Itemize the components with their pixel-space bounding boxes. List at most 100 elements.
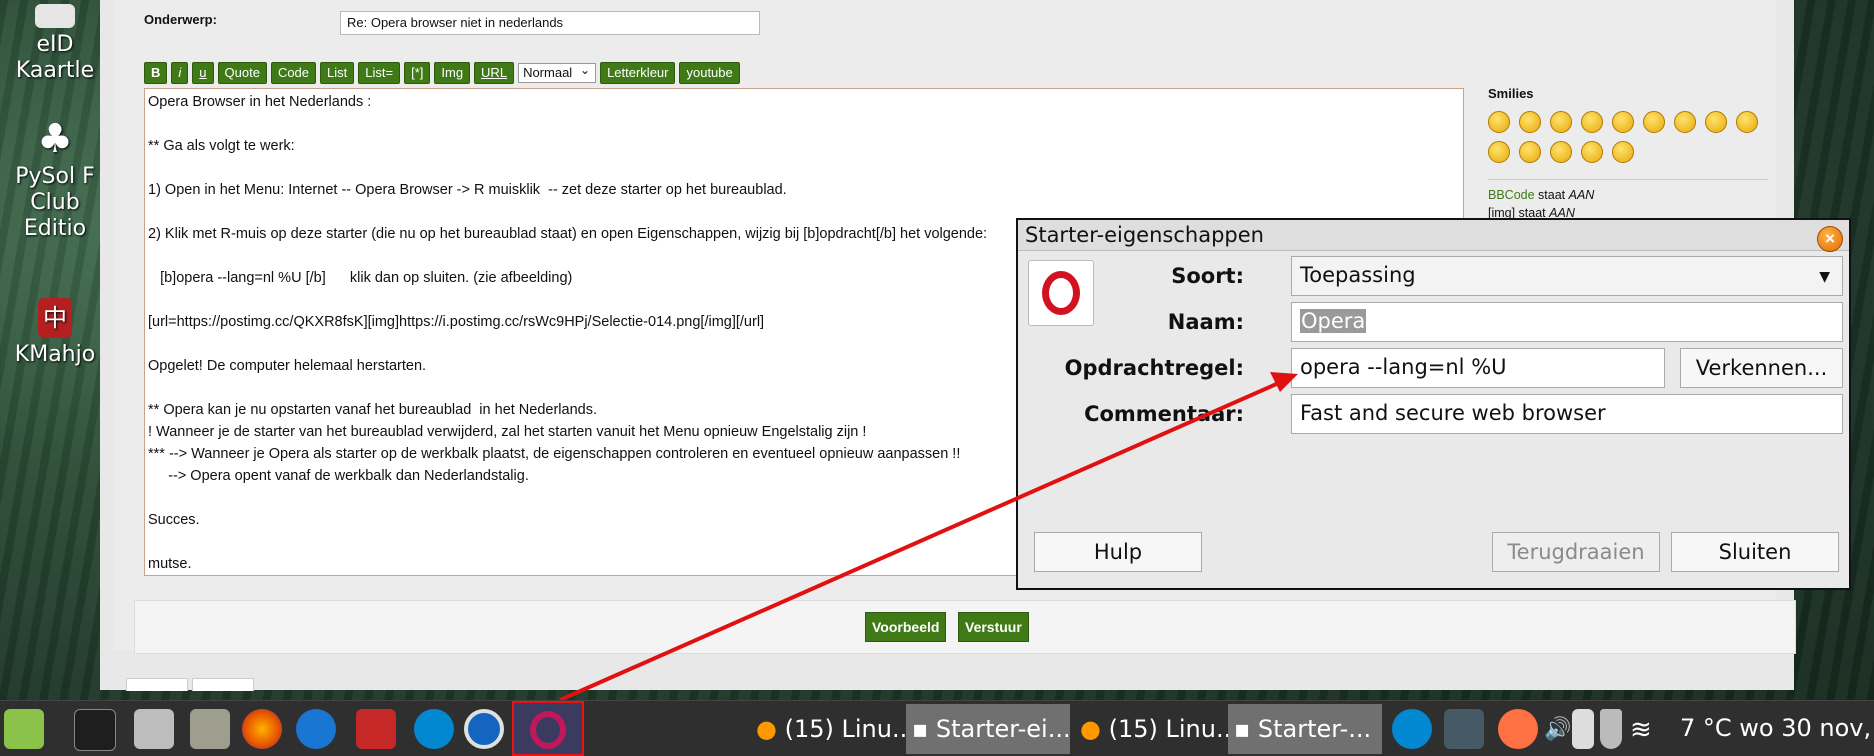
window-small-icon: ▪ <box>912 715 929 743</box>
desktop-icon-label: eID Kaartle <box>15 32 95 83</box>
type-combobox[interactable]: Toepassing ▼ <box>1291 256 1843 296</box>
firefox-small-icon: ● <box>756 715 777 743</box>
launcher-properties-dialog: Starter-eigenschappen × Soort: Toepassin… <box>1016 218 1851 590</box>
taskbar-window-starter[interactable]: ▪ Starter-... <box>1228 704 1382 754</box>
smiley-idea-icon[interactable] <box>1581 141 1603 163</box>
preview-button[interactable]: Voorbeeld <box>865 612 947 642</box>
steam-tray-icon[interactable] <box>1392 709 1432 749</box>
font-color-button[interactable]: Letterkleur <box>600 62 676 84</box>
smiley-grid <box>1488 111 1763 163</box>
smiley-twisted-icon[interactable] <box>1519 141 1541 163</box>
firefox-small-icon: ● <box>1080 715 1101 743</box>
network-icon[interactable] <box>1444 709 1484 749</box>
smiley-neutral-icon[interactable] <box>1519 111 1541 133</box>
browse-button[interactable]: Verkennen... <box>1680 348 1843 388</box>
bbcode-status-text: staat <box>1534 188 1569 202</box>
taskbar-window-firefox[interactable]: ● (15) Linu... <box>1074 704 1228 754</box>
url-button[interactable]: URL <box>474 62 515 84</box>
help-button[interactable]: Hulp <box>1034 532 1202 572</box>
taskbar: ● (15) Linu... ▪ Starter-ei... ● (15) Li… <box>0 700 1874 756</box>
mahjong-tile-icon: 中 <box>38 298 72 338</box>
opera-icon <box>530 711 566 749</box>
chromium-icon[interactable] <box>464 709 504 749</box>
code-button[interactable]: Code <box>270 62 317 84</box>
opera-taskbar-launcher[interactable] <box>512 701 584 756</box>
comment-input[interactable]: Fast and secure web browser <box>1291 394 1843 434</box>
type-label: Soort: <box>1171 264 1244 288</box>
smiley-smile-icon[interactable] <box>1488 141 1510 163</box>
mint-menu-icon[interactable] <box>4 709 44 749</box>
command-label: Opdrachtregel: <box>1064 356 1244 380</box>
name-label: Naam: <box>1167 310 1244 334</box>
font-size-select[interactable]: Normaal <box>518 63 597 83</box>
smiley-wink-icon[interactable] <box>1674 111 1696 133</box>
close-icon: × <box>1825 229 1835 248</box>
volume-icon[interactable]: 🔊 <box>1544 709 1571 749</box>
form-tab[interactable] <box>192 678 254 691</box>
smiley-cool-icon[interactable] <box>1488 111 1510 133</box>
taskbar-window-firefox[interactable]: ● (15) Linu... <box>750 704 906 754</box>
format-toolbar: B i u Quote Code List List= [*] Img URL … <box>144 62 740 84</box>
weather-fog-icon[interactable]: ≋ <box>1630 709 1674 749</box>
taskbar-window-starter[interactable]: ▪ Starter-ei... <box>906 704 1070 754</box>
taskbar-window-label: Starter-ei... <box>935 715 1070 743</box>
bbcode-state: AAN <box>1568 188 1595 202</box>
taskbar-window-label: (15) Linu... <box>1108 715 1228 743</box>
name-input[interactable]: Opera <box>1291 302 1843 342</box>
youtube-button[interactable]: youtube <box>679 62 740 84</box>
dialog-title: Starter-eigenschappen <box>1025 223 1264 247</box>
img-button[interactable]: Img <box>434 62 471 84</box>
list-button[interactable]: List <box>320 62 355 84</box>
revert-button[interactable]: Terugdraaien <box>1492 532 1660 572</box>
ordered-list-button[interactable]: List= <box>358 62 401 84</box>
home-folder-icon[interactable] <box>190 709 230 749</box>
font-size-value: Normaal <box>523 65 573 80</box>
bbcode-link[interactable]: BBCode <box>1488 188 1535 202</box>
shield-icon[interactable] <box>1600 709 1622 749</box>
command-input[interactable]: opera --lang=nl %U <box>1291 348 1665 388</box>
smiley-rolleyes-icon[interactable] <box>1612 111 1634 133</box>
italic-button[interactable]: i <box>171 62 189 84</box>
desktop-icon-kmahjongg[interactable]: 中 KMahjo <box>10 298 100 368</box>
form-tab[interactable] <box>126 678 188 691</box>
smiley-grin-icon[interactable] <box>1550 111 1572 133</box>
name-value: Opera <box>1300 309 1367 333</box>
smiley-confused-icon[interactable] <box>1581 111 1603 133</box>
dialog-titlebar[interactable]: Starter-eigenschappen <box>1018 220 1849 251</box>
subject-label: Onderwerp: <box>144 12 217 27</box>
taskbar-window-label: Starter-... <box>1257 715 1372 743</box>
magnifier-icon <box>35 4 75 28</box>
bbcode-status: BBCode staat AAN [img] staat AAN <box>1488 179 1768 222</box>
list-item-button[interactable]: [*] <box>404 62 431 84</box>
smiley-sad-icon[interactable] <box>1736 111 1758 133</box>
comment-label: Commentaar: <box>1084 402 1244 426</box>
type-value: Toepassing <box>1300 263 1416 287</box>
steam-icon[interactable] <box>414 709 454 749</box>
desktop-icon-eid[interactable]: eID Kaartle <box>10 4 100 84</box>
window-small-icon: ▪ <box>1234 715 1251 743</box>
quote-button[interactable]: Quote <box>217 62 267 84</box>
taskbar-window-label: (15) Linu... <box>784 715 906 743</box>
mail-client-icon[interactable] <box>296 709 336 749</box>
desktop-icon-pysol[interactable]: ♣ PySol F Club Editio <box>10 118 100 242</box>
desktop-icon-label: PySol F Club Editio <box>15 164 95 241</box>
file-cabinet-icon[interactable] <box>134 709 174 749</box>
firefox-icon[interactable] <box>242 709 282 749</box>
close-dialog-button[interactable]: Sluiten <box>1671 532 1839 572</box>
smilies-title: Smilies <box>1488 86 1534 101</box>
smiley-exclaim-icon[interactable] <box>1550 141 1572 163</box>
smiley-question-icon[interactable] <box>1612 141 1634 163</box>
bold-button[interactable]: B <box>144 62 168 84</box>
clipboard-icon[interactable] <box>1572 709 1594 749</box>
smiley-evil-icon[interactable] <box>1705 111 1727 133</box>
software-manager-icon[interactable] <box>356 709 396 749</box>
underline-button[interactable]: u <box>192 62 214 84</box>
submit-button[interactable]: Verstuur <box>958 612 1029 642</box>
smiley-surprised-icon[interactable] <box>1643 111 1665 133</box>
clock-weather-status[interactable]: 7 °C wo 30 nov, 17 <box>1680 701 1874 756</box>
subject-input[interactable]: Re: Opera browser niet in nederlands <box>340 11 760 35</box>
terminal-icon[interactable] <box>74 709 116 751</box>
update-manager-icon[interactable] <box>1498 709 1538 749</box>
club-card-icon: ♣ <box>37 116 73 162</box>
dialog-close-button[interactable]: × <box>1817 226 1843 252</box>
